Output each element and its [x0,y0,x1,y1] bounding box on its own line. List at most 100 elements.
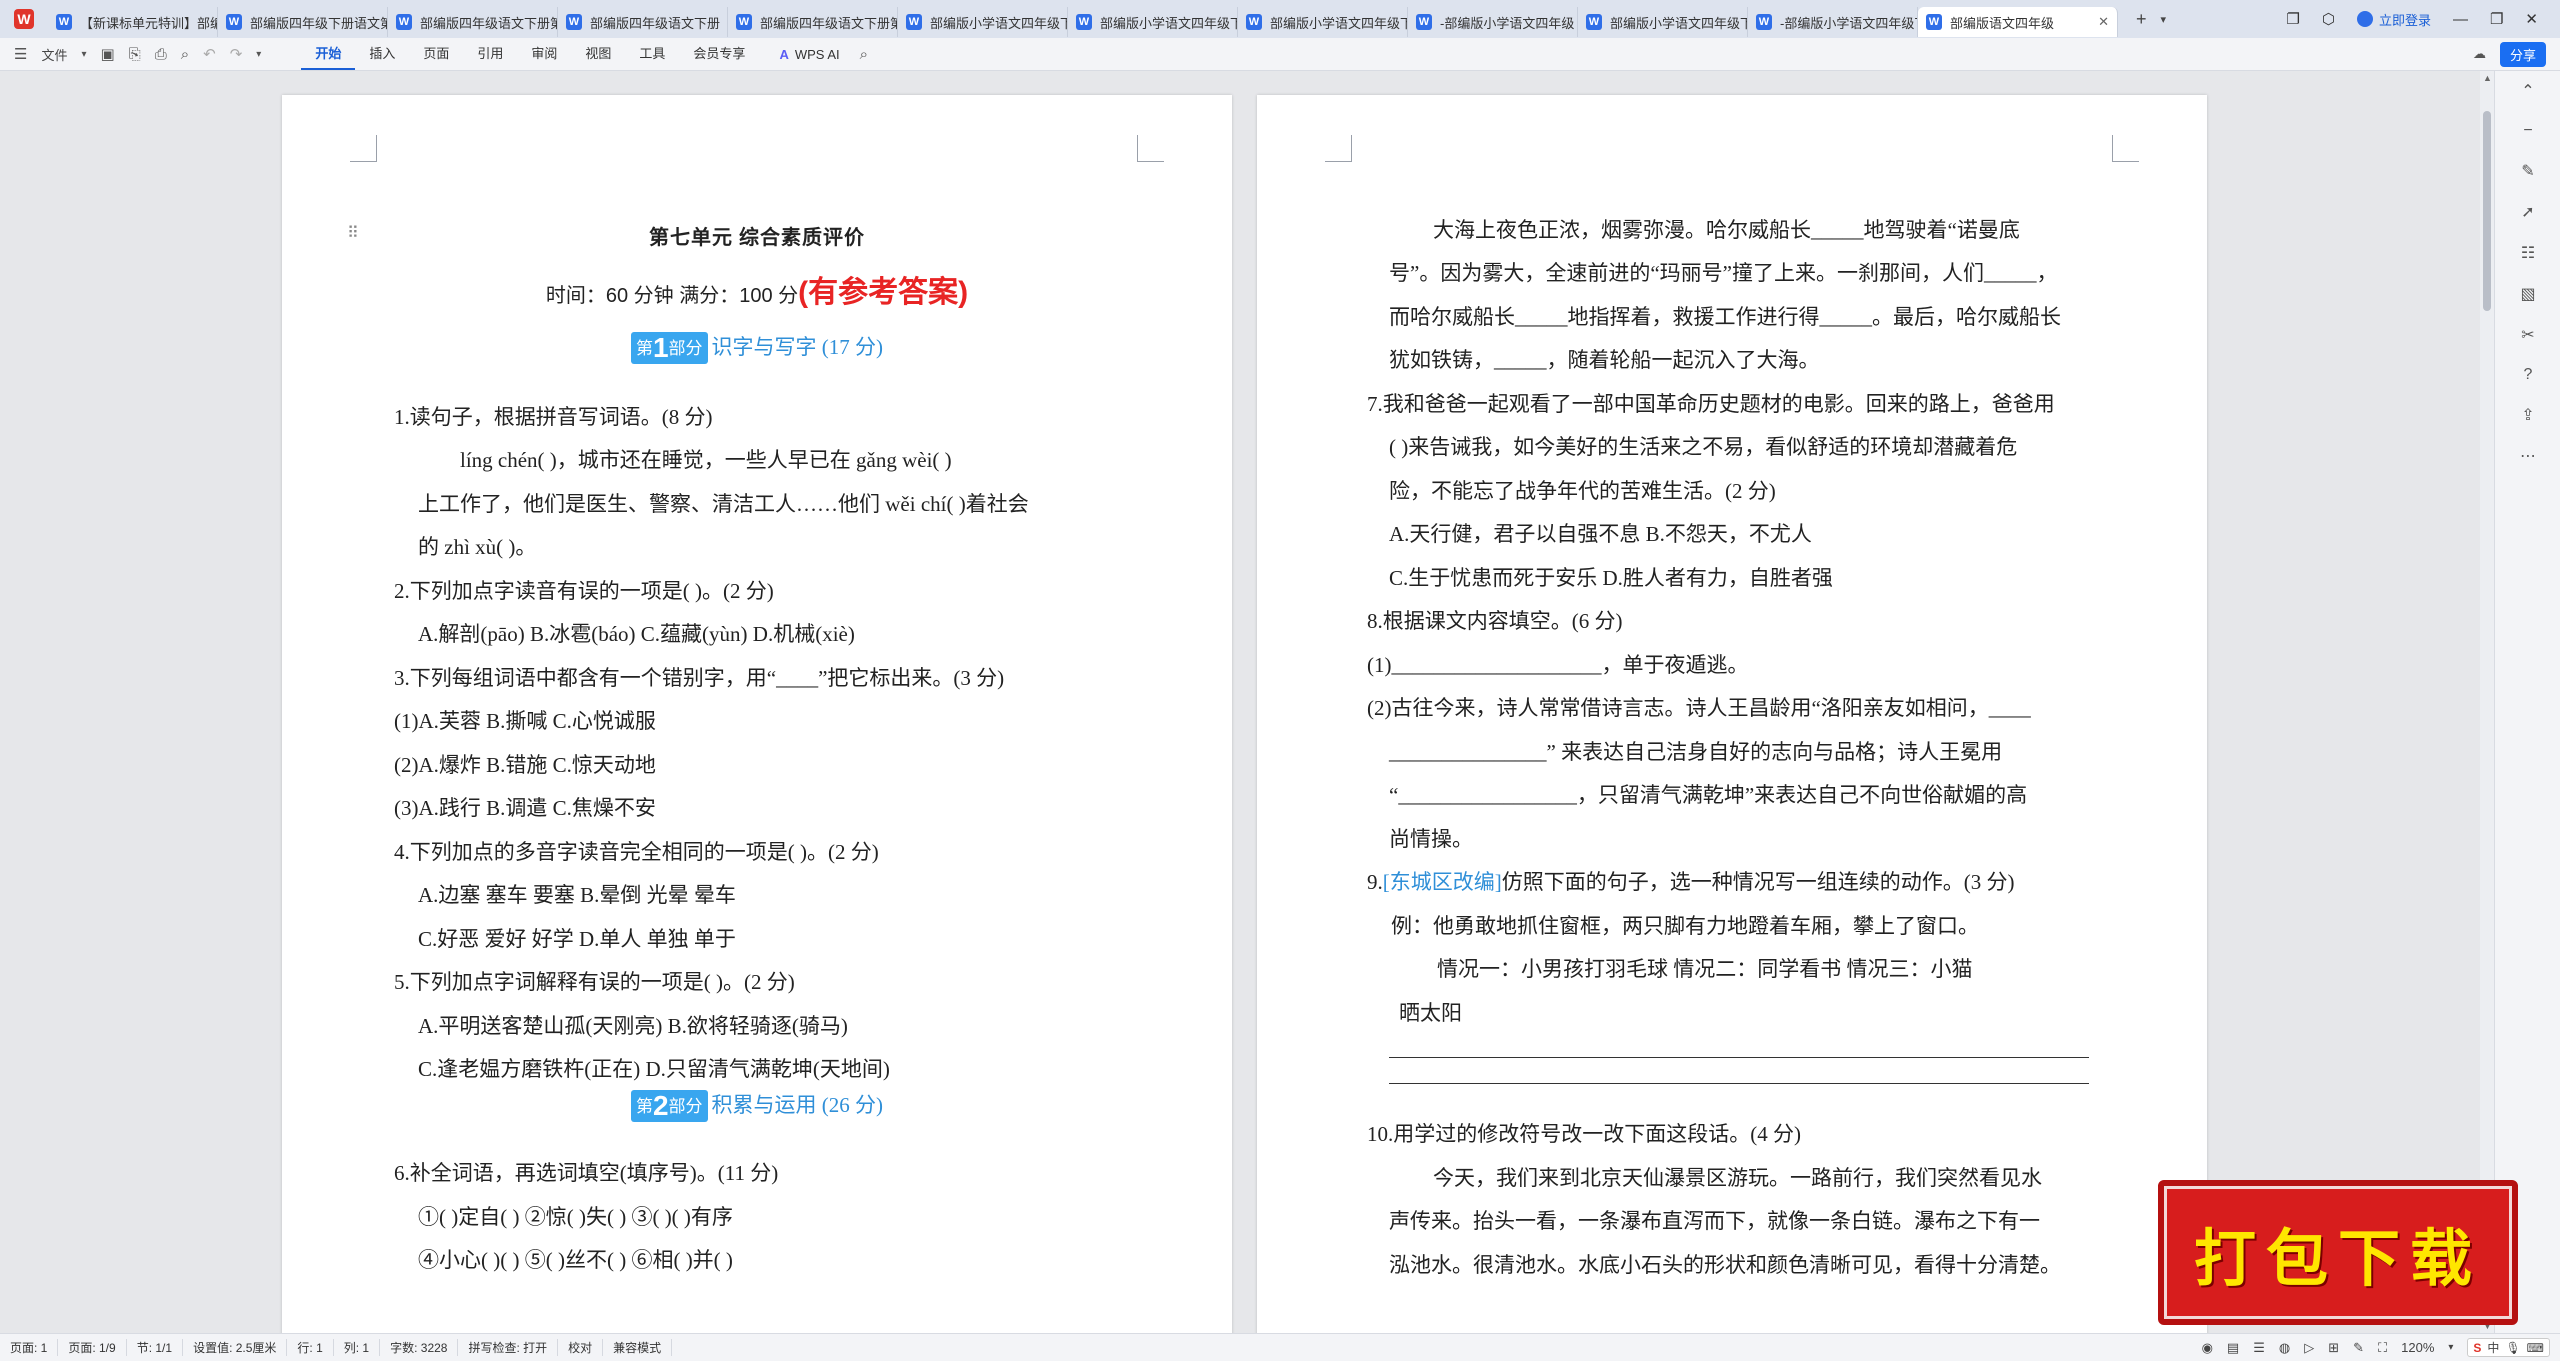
question-line: 泓池水。很清池水。水底小石头的形状和颜色清晰可见，看得十分清楚。 [1389,1253,2061,1277]
doc-icon: W [1756,14,1772,30]
restore-icon[interactable]: ❐ [2490,10,2503,28]
page-view-icon[interactable]: ▤ [2227,1340,2239,1356]
vertical-scrollbar[interactable]: ▲ ▼ [2480,71,2494,1333]
avatar-icon [2356,11,2373,27]
undo-icon[interactable]: ↶ [203,45,216,63]
layout-icon[interactable]: ⊞ [2328,1340,2339,1356]
status-compat-mode[interactable]: 兼容模式 [603,1339,673,1356]
redo-icon[interactable]: ↷ [230,45,243,63]
edit-icon[interactable]: ✎ [2353,1340,2364,1356]
tab-member[interactable]: 会员专享 [679,38,759,70]
status-row[interactable]: 行: 1 [287,1339,334,1356]
document-tab[interactable]: W 部编版四年级下册语文第 [218,7,388,37]
download-banner-text: 打包下载 [2193,1221,2482,1295]
document-tab[interactable]: W 部编版小学语文四年级下 [1578,7,1748,37]
scrollbar-thumb[interactable] [2483,111,2491,311]
export-icon[interactable]: ⎘ [129,46,141,63]
zoom-level[interactable]: 120% [2401,1340,2434,1355]
cube-icon[interactable]: ⬡ [2322,10,2335,28]
web-view-icon[interactable]: ◍ [2279,1340,2290,1356]
hamburger-menu-icon[interactable]: ☰ [14,45,27,63]
status-page-count[interactable]: 页面: 1/9 [58,1339,127,1356]
help-icon[interactable]: ? [2517,366,2539,384]
status-column[interactable]: 列: 1 [334,1339,381,1356]
document-tab-active[interactable]: W 部编版语文四年级 ✕ [1918,7,2118,37]
tab-tools[interactable]: 工具 [625,38,679,70]
tab-insert[interactable]: 插入 [355,38,409,70]
document-canvas[interactable]: ⠿ 第七单元 综合素质评价 时间：60 分钟 满分：100 分(有参考答案) 第… [0,71,2480,1333]
new-tab-icon[interactable]: + [2136,9,2147,30]
input-method-indicator[interactable]: S 中 🎙 ⌨ [2467,1338,2550,1357]
close-tab-icon[interactable]: ✕ [2098,14,2109,30]
save-icon[interactable]: ▣ [101,45,115,63]
minus-icon[interactable]: − [2517,122,2539,140]
chevron-down-icon[interactable]: ▾ [2448,1342,2453,1353]
document-tab[interactable]: W 部编版四年级语文下册第 [728,7,898,37]
tab-review[interactable]: 审阅 [517,38,571,70]
tab-label: 部编版小学语文四年级下 [930,15,1068,31]
chevron-down-icon[interactable]: ▾ [81,49,86,60]
search-icon[interactable]: ⌕ [860,46,868,63]
document-page-1[interactable]: ⠿ 第七单元 综合素质评价 时间：60 分钟 满分：100 分(有参考答案) 第… [282,95,1232,1333]
document-tab[interactable]: W 【新课标单元特训】部编 [48,7,218,37]
chevron-down-icon[interactable]: ▾ [2161,13,2167,26]
answer-line [1389,1057,2089,1058]
eye-icon[interactable]: ◉ [2202,1340,2213,1356]
doc-icon: W [566,14,582,30]
tab-view[interactable]: 视图 [571,38,625,70]
document-tab[interactable]: W 部编版四年级语文下册 [558,7,728,37]
status-word-count[interactable]: 字数: 3228 [380,1339,459,1356]
question-line: 今天，我们来到北京天仙瀑景区游玩。一路前行，我们突然看见水 [1433,1166,2042,1190]
question-line: 10.用学过的修改符号改一改下面这段话。(4 分) [1367,1122,1801,1146]
document-tab[interactable]: W 部编版小学语文四年级下 [1238,7,1408,37]
wps-ai-button[interactable]: A WPS AI ⌕ [779,46,868,63]
document-tab[interactable]: W -部编版小学语文四年级下 [1748,7,1918,37]
document-tab[interactable]: W 部编版小学语文四年级下 [898,7,1068,37]
play-icon[interactable]: ▷ [2304,1340,2314,1356]
wps-logo-icon[interactable]: W [0,0,48,38]
status-proofread[interactable]: 校对 [558,1339,604,1356]
file-menu[interactable]: 文件 [41,45,67,64]
outline-view-icon[interactable]: ☰ [2253,1340,2265,1356]
document-page-2[interactable]: 大海上夜色正浓，烟雾弥漫。哈尔威船长_____地驾驶着“诺曼底 号”。因为雾大，… [1257,95,2207,1333]
question-source: [东城区改编] [1382,870,1502,894]
document-tab[interactable]: W 部编版小学语文四年级下 [1068,7,1238,37]
page-corner-mark [1325,135,1352,162]
login-button[interactable]: 立即登录 [2356,10,2431,29]
tab-label: -部编版小学语文四年级下 [1780,15,1918,31]
more-icon[interactable]: ⋯ [2517,446,2539,466]
tab-references[interactable]: 引用 [463,38,517,70]
question-line: 犹如铁铸，_____，随着轮船一起沉入了大海。 [1389,348,1820,372]
question-line: “_________________，只留清气满乾坤”来表达自己不向世俗献媚的高 [1389,783,2028,807]
tab-home[interactable]: 开始 [301,38,356,70]
fit-icon[interactable]: ⛶ [2378,1340,2387,1356]
share-button[interactable]: 分享 [2499,41,2546,67]
window-layout-icon[interactable]: ❐ [2286,10,2299,28]
document-tab[interactable]: W 部编版四年级语文下册第 [388,7,558,37]
status-page[interactable]: 页面: 1 [0,1339,59,1356]
tab-page[interactable]: 页面 [409,38,463,70]
preview-icon[interactable]: ⌕ [181,46,189,63]
ime-language: 中 [2487,1341,2500,1355]
status-spell-check[interactable]: 拼写检查: 打开 [458,1339,559,1356]
collapse-icon[interactable]: ⌃ [2517,81,2539,101]
settings-sliders-icon[interactable]: ☷ [2517,243,2539,263]
chevron-down-icon[interactable]: ▾ [256,49,261,60]
close-window-icon[interactable]: ✕ [2525,10,2538,28]
image-icon[interactable]: ▧ [2517,284,2539,304]
status-bar: 页面: 1 页面: 1/9 节: 1/1 设置值: 2.5厘米 行: 1 列: … [0,1333,2560,1361]
scroll-up-icon[interactable]: ▲ [2483,73,2492,83]
print-icon[interactable]: ⎙ [155,46,167,63]
status-setting[interactable]: 设置值: 2.5厘米 [183,1339,288,1356]
cloud-icon[interactable]: ☁ [2473,46,2486,62]
minimize-icon[interactable]: — [2453,11,2468,28]
download-banner[interactable]: 打包下载 [2158,1180,2518,1325]
cursor-icon[interactable]: ➚ [2517,202,2539,222]
tools-icon[interactable]: ✂ [2517,325,2539,345]
status-section[interactable]: 节: 1/1 [127,1339,184,1356]
document-tab[interactable]: W -部编版小学语文四年级 [1408,7,1578,37]
question-line: 声传来。抬头一看，一条瀑布直泻而下，就像一条白链。瀑布之下有一 [1389,1209,2040,1233]
question-line: A.平明送客楚山孤(天刚亮) B.欲将轻骑逐(骑马) [418,1014,848,1038]
pen-icon[interactable]: ✎ [2517,161,2539,181]
share-icon[interactable]: ⇪ [2517,405,2539,425]
